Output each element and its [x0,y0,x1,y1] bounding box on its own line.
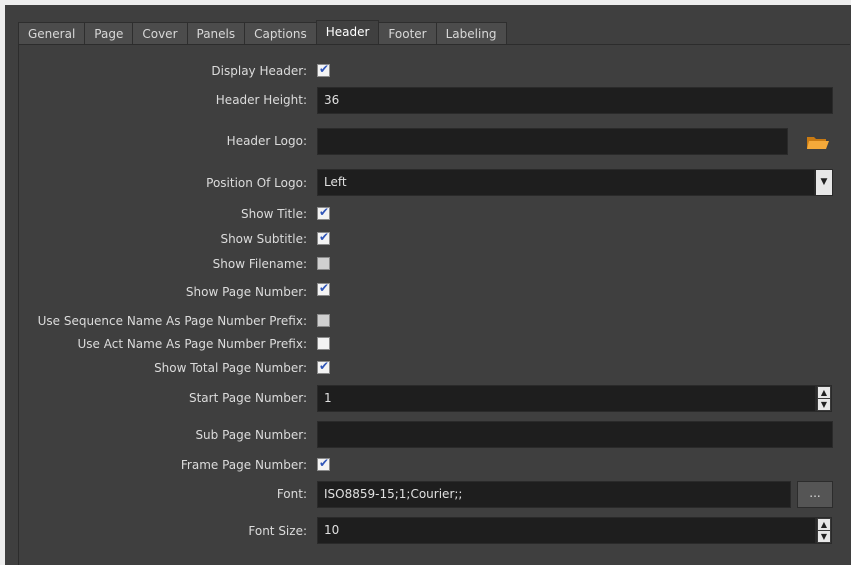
show-filename-label: Show Filename: [212,257,307,271]
tab-bar: General Page Cover Panels Captions Heade… [18,20,507,45]
show-page-number-checkbox[interactable]: ✔ [317,281,330,296]
tab-page[interactable]: Page [84,22,134,45]
start-page-number-input[interactable]: 1 [317,385,816,412]
display-header-checkbox[interactable]: ✔ [317,62,330,77]
frame-page-number-label: Frame Page Number: [180,458,307,472]
spin-up-icon[interactable]: ▲ [818,387,830,398]
header-height-input[interactable]: 36 [317,87,833,114]
checkmark-icon: ✔ [319,230,330,244]
spin-up-icon[interactable]: ▲ [818,519,830,530]
checkmark-icon: ✔ [319,281,330,295]
start-page-number-value: 1 [324,391,332,405]
start-page-number-spinner[interactable]: ▲ ▼ [816,385,832,412]
tab-cover[interactable]: Cover [132,22,188,45]
show-title-label: Show Title: [241,207,307,221]
use-sequence-name-label: Use Sequence Name As Page Number Prefix: [37,314,307,328]
display-header-label: Display Header: [211,64,307,78]
font-size-value: 10 [324,523,340,537]
font-label: Font: [276,487,307,501]
spin-down-icon[interactable]: ▼ [818,531,830,542]
show-page-number-label: Show Page Number: [185,285,307,299]
chevron-down-icon[interactable]: ▼ [815,169,833,196]
header-logo-label: Header Logo: [226,134,307,148]
header-logo-input[interactable] [317,128,788,155]
font-value: ISO8859-15;1;Courier;; [324,487,463,501]
show-subtitle-checkbox[interactable]: ✔ [317,230,330,245]
font-browse-button[interactable]: ... [797,481,833,508]
folder-icon[interactable] [806,133,830,151]
frame-page-number-checkbox[interactable]: ✔ [317,456,330,471]
font-input[interactable]: ISO8859-15;1;Courier;; [317,481,791,508]
font-size-label: Font Size: [248,524,307,538]
tab-header[interactable]: Header [315,20,380,45]
show-subtitle-label: Show Subtitle: [220,232,307,246]
font-size-spinner[interactable]: ▲ ▼ [816,517,832,544]
show-total-page-number-label: Show Total Page Number: [154,361,307,375]
font-size-input[interactable]: 10 [317,517,816,544]
checkmark-icon: ✔ [319,62,330,76]
position-of-logo-select[interactable]: Left [317,169,815,196]
show-total-page-number-checkbox[interactable]: ✔ [317,359,330,374]
start-page-number-label: Start Page Number: [188,391,307,405]
tab-general[interactable]: General [18,22,86,45]
sub-page-number-label: Sub Page Number: [195,428,307,442]
tab-panels[interactable]: Panels [186,22,246,45]
window-frame-top [0,0,851,5]
tab-labeling[interactable]: Labeling [435,22,507,45]
tab-footer[interactable]: Footer [378,22,437,45]
use-sequence-name-checkbox[interactable] [317,314,330,327]
show-filename-checkbox[interactable] [317,257,330,270]
sub-page-number-input[interactable] [317,421,833,448]
checkmark-icon: ✔ [319,359,330,373]
tab-captions[interactable]: Captions [244,22,317,45]
checkmark-icon: ✔ [319,456,330,470]
show-title-checkbox[interactable]: ✔ [317,205,330,220]
use-act-name-checkbox[interactable] [317,337,330,350]
header-height-value: 36 [324,93,340,107]
spin-down-icon[interactable]: ▼ [818,399,830,410]
position-of-logo-label: Position Of Logo: [206,176,307,190]
use-act-name-label: Use Act Name As Page Number Prefix: [77,337,307,351]
header-height-label: Header Height: [215,93,307,107]
checkmark-icon: ✔ [319,205,330,219]
position-of-logo-value: Left [324,175,347,189]
window-frame-left [0,0,5,565]
